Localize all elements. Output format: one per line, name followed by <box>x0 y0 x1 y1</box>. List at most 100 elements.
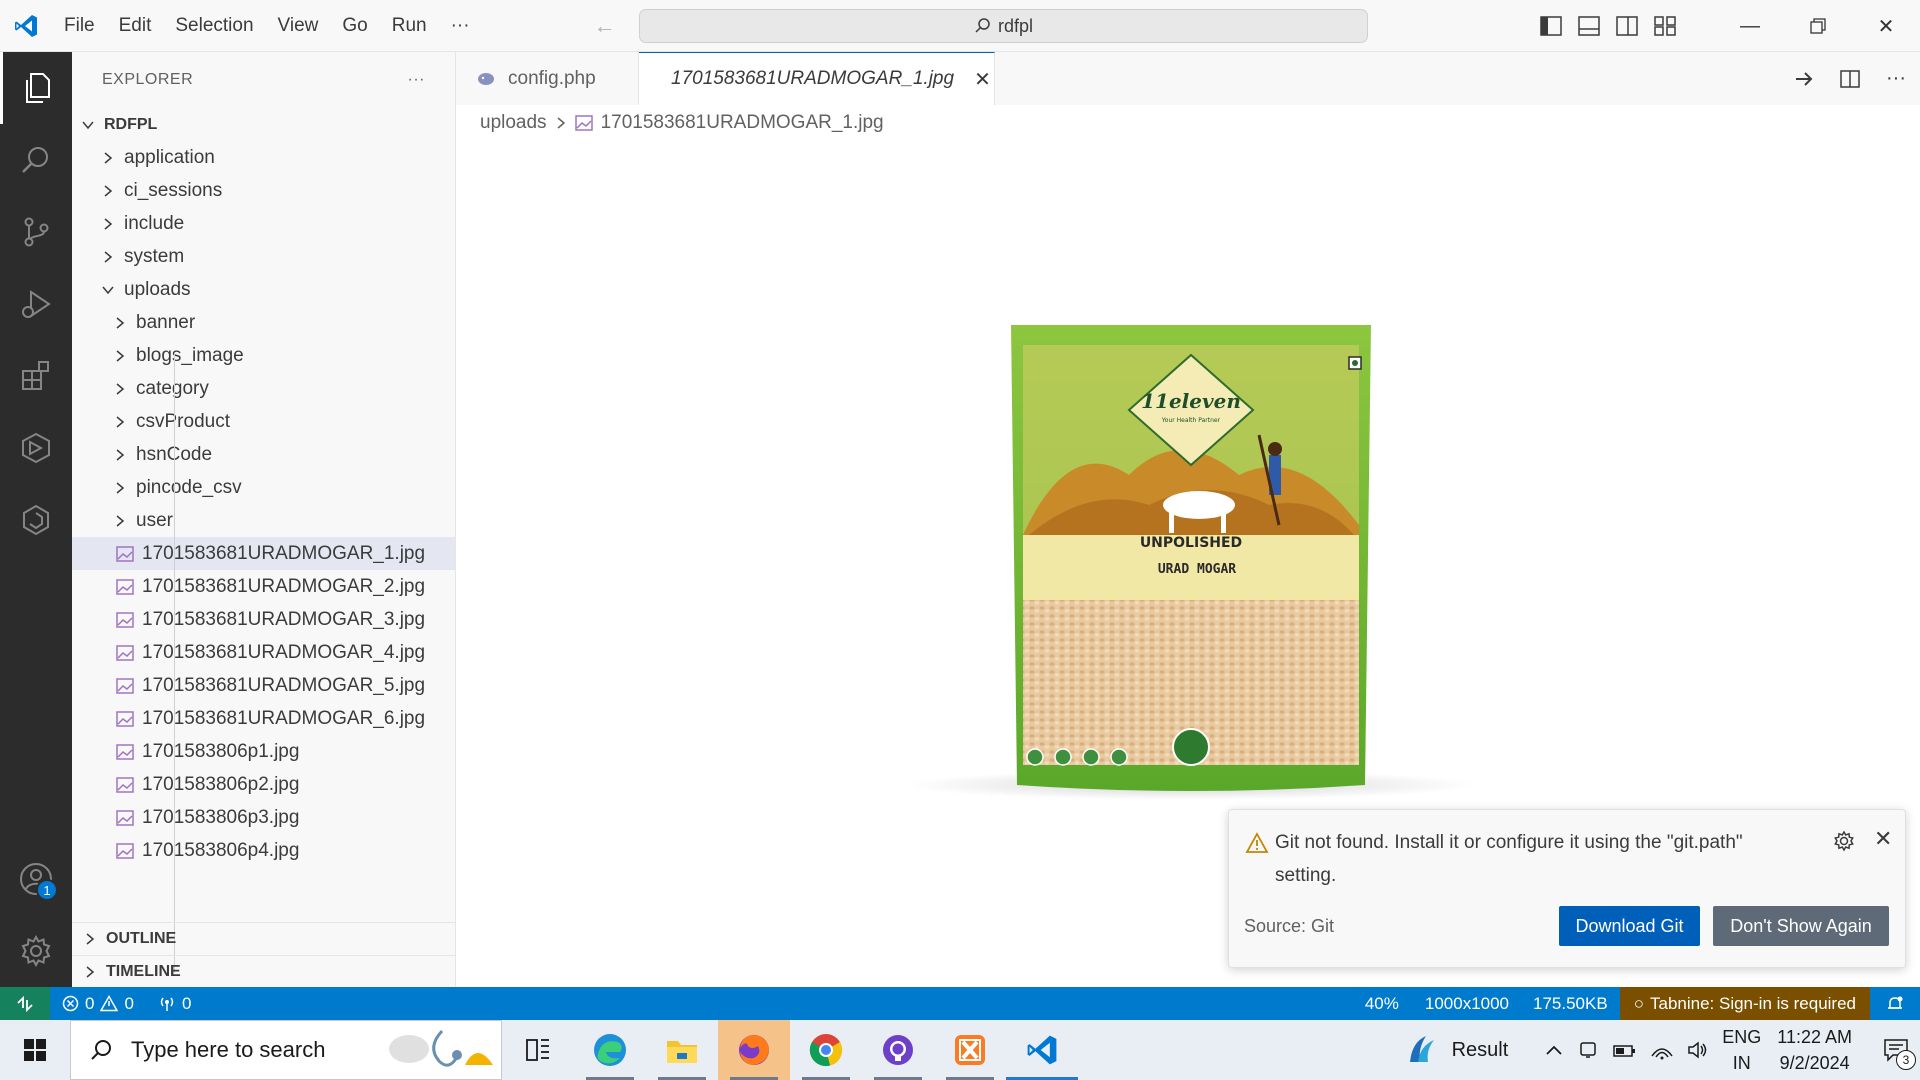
tab-close-icon[interactable]: ✕ <box>974 67 991 92</box>
customize-layout-icon[interactable] <box>1654 16 1676 36</box>
breadcrumb-file[interactable]: 1701583681URADMOGAR_1.jpg <box>601 112 884 134</box>
toggle-panel-icon[interactable] <box>1578 16 1600 36</box>
image-file-icon <box>116 710 134 727</box>
problems-indicator[interactable]: 0 0 <box>50 987 146 1020</box>
taskbar-clock[interactable]: 11:22 AM 9/2/2024 <box>1777 1024 1852 1076</box>
outline-label: OUTLINE <box>106 930 177 947</box>
taskbar-github-desktop-icon[interactable] <box>862 1020 934 1080</box>
accounts-icon[interactable]: 1 <box>0 843 72 915</box>
battery-icon[interactable] <box>1612 1040 1638 1060</box>
image-file-size: 175.50KB <box>1533 993 1608 1013</box>
input-language[interactable]: ENG IN <box>1722 1024 1761 1076</box>
timeline-section[interactable]: TIMELINE <box>72 955 456 988</box>
back-arrow-icon[interactable]: ← <box>594 13 616 39</box>
tabnine-icon[interactable] <box>0 484 72 556</box>
tree-folder-hsncode[interactable]: hsnCode <box>72 438 455 471</box>
taskbar-firefox-icon[interactable] <box>718 1020 790 1080</box>
chevron-down-icon <box>80 117 96 133</box>
taskbar-xampp-icon[interactable] <box>934 1020 1006 1080</box>
file-item[interactable]: 1701583681URADMOGAR_1.jpg <box>72 537 455 570</box>
tabnine-status[interactable]: ○ Tabnine: Sign-in is required <box>1619 987 1870 1020</box>
search-icon[interactable] <box>0 124 72 196</box>
file-item[interactable]: 1701583806p4.jpg <box>72 834 455 867</box>
dont-show-again-button[interactable]: Don't Show Again <box>1713 906 1889 946</box>
titlebar-right: — ✕ <box>1540 0 1920 52</box>
tree-folder-pincode-csv[interactable]: pincode_csv <box>72 471 455 504</box>
weather-result-label[interactable]: Result <box>1452 1039 1509 1062</box>
file-label: 1701583806p4.jpg <box>142 839 300 861</box>
taskbar-search-box[interactable]: Type here to search <box>70 1020 502 1080</box>
file-item[interactable]: 1701583806p2.jpg <box>72 768 455 801</box>
source-control-icon[interactable] <box>0 196 72 268</box>
run-debug-icon[interactable] <box>0 268 72 340</box>
windows-start-icon[interactable] <box>0 1020 70 1080</box>
tree-folder-application[interactable]: application <box>72 141 455 174</box>
tree-root-rdfpl[interactable]: RDFPL <box>72 108 455 141</box>
tree-folder-banner[interactable]: banner <box>72 306 455 339</box>
timeline-label: TIMELINE <box>106 963 181 980</box>
ports-indicator[interactable]: 0 <box>146 987 203 1020</box>
restore-button[interactable] <box>1784 0 1852 52</box>
taskbar-chrome-icon[interactable] <box>790 1020 862 1080</box>
tree-folder-include[interactable]: include <box>72 207 455 240</box>
tab-config-php[interactable]: config.php <box>456 52 639 105</box>
tab-image-file[interactable]: 1701583681URADMOGAR_1.jpg ✕ <box>639 52 995 105</box>
toggle-secondary-sidebar-icon[interactable] <box>1616 16 1638 36</box>
tree-folder-csvproduct[interactable]: csvProduct <box>72 405 455 438</box>
menu-view[interactable]: View <box>266 0 331 52</box>
manage-gear-icon[interactable] <box>0 915 72 987</box>
remote-explorer-icon[interactable] <box>0 412 72 484</box>
show-hidden-icons-chevron-icon[interactable] <box>1544 1043 1564 1057</box>
meet-now-icon[interactable] <box>1578 1039 1600 1061</box>
file-item[interactable]: 1701583806p1.jpg <box>72 735 455 768</box>
file-item[interactable]: 1701583681URADMOGAR_6.jpg <box>72 702 455 735</box>
notification-close-icon[interactable]: ✕ <box>1874 826 1892 852</box>
file-item[interactable]: 1701583681URADMOGAR_4.jpg <box>72 636 455 669</box>
tree-folder-uploads[interactable]: uploads <box>72 273 455 306</box>
outline-section[interactable]: OUTLINE <box>72 922 456 955</box>
taskbar-file-explorer-icon[interactable] <box>646 1020 718 1080</box>
download-git-button[interactable]: Download Git <box>1559 906 1700 946</box>
tree-folder-user[interactable]: user <box>72 504 455 537</box>
command-center-search[interactable]: rdfpl <box>639 9 1368 43</box>
menu-go[interactable]: Go <box>330 0 379 52</box>
menu-edit[interactable]: Edit <box>107 0 164 52</box>
breadcrumb-folder[interactable]: uploads <box>480 112 547 134</box>
tree-folder-system[interactable]: system <box>72 240 455 273</box>
taskbar-edge-icon[interactable] <box>574 1020 646 1080</box>
explorer-more-button[interactable]: ··· <box>408 71 425 89</box>
weather-result-icon[interactable] <box>1404 1032 1440 1068</box>
zoom-level[interactable]: 40% <box>1351 987 1413 1020</box>
file-item[interactable]: 1701583681URADMOGAR_2.jpg <box>72 570 455 603</box>
volume-icon[interactable] <box>1686 1040 1710 1060</box>
file-item[interactable]: 1701583806p3.jpg <box>72 801 455 834</box>
wifi-icon[interactable] <box>1650 1040 1674 1060</box>
notification-settings-gear-icon[interactable] <box>1833 830 1855 852</box>
menu-more[interactable]: ··· <box>439 0 482 52</box>
menu-file[interactable]: File <box>52 0 107 52</box>
file-item[interactable]: 1701583681URADMOGAR_3.jpg <box>72 603 455 636</box>
file-item[interactable]: 1701583806p5.jpg <box>72 867 455 874</box>
extensions-icon[interactable] <box>0 340 72 412</box>
remote-indicator-icon[interactable] <box>0 987 50 1020</box>
minimize-button[interactable]: — <box>1716 0 1784 52</box>
file-item[interactable]: 1701583681URADMOGAR_5.jpg <box>72 669 455 702</box>
toggle-primary-sidebar-icon[interactable] <box>1540 16 1562 36</box>
explorer-icon[interactable] <box>0 52 72 124</box>
open-changes-arrow-icon[interactable] <box>1794 71 1814 87</box>
action-center-icon[interactable]: 3 <box>1872 1020 1920 1080</box>
tree-folder-blogs-image[interactable]: blogs_image <box>72 339 455 372</box>
broadcast-icon <box>160 997 174 1011</box>
taskbar-vscode-icon[interactable] <box>1006 1020 1078 1080</box>
menu-run[interactable]: Run <box>380 0 439 52</box>
split-editor-icon[interactable] <box>1840 69 1860 88</box>
notifications-bell-icon[interactable] <box>1870 987 1920 1020</box>
close-window-button[interactable]: ✕ <box>1852 0 1920 52</box>
tree-folder-category[interactable]: category <box>72 372 455 405</box>
taskbar-task-view-icon[interactable] <box>502 1020 574 1080</box>
file-label: 1701583806p3.jpg <box>142 806 300 828</box>
tree-folder-ci-sessions[interactable]: ci_sessions <box>72 174 455 207</box>
editor-more-actions-icon[interactable]: ··· <box>1886 67 1906 90</box>
menu-selection[interactable]: Selection <box>163 0 265 52</box>
chevron-right-icon <box>100 249 116 265</box>
